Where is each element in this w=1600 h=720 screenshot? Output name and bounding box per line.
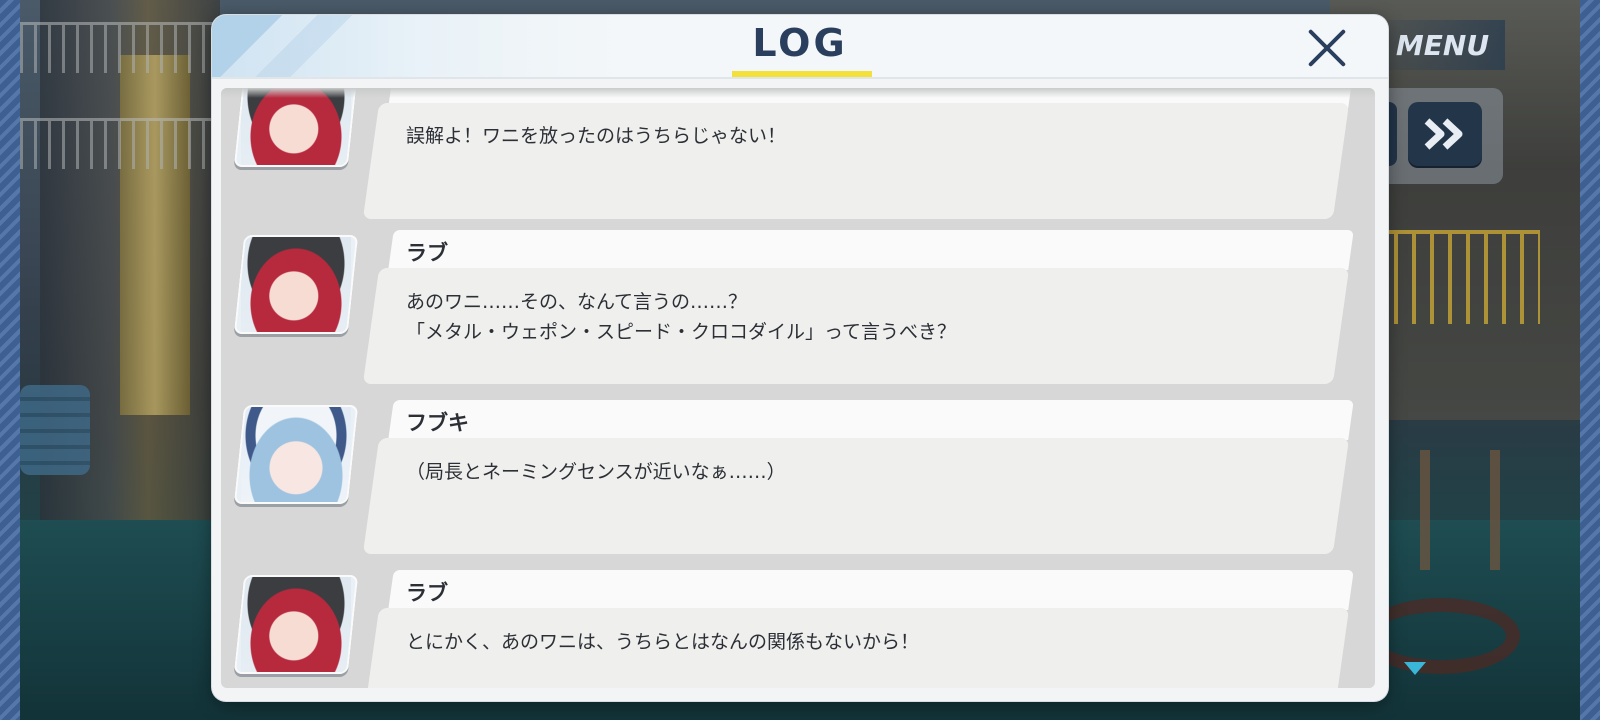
close-icon[interactable] [1306,27,1348,69]
background-railing [20,118,240,169]
dialogue-line: とにかく、あのワニは、うちらとはなんの関係もないから！ [406,631,920,653]
dialogue-line: あのワニ……その、なんて言うの……？ [406,291,748,313]
dialogue-line: 「メタル・ウェポン・スピード・クロコダイル」って言うべき？ [406,321,957,343]
speaker-name-plate [388,400,1354,440]
speaker-name-plate [388,570,1354,610]
log-entry: フブキ （局長とネーミングセンスが近いなぁ……） [221,400,1375,565]
dialogue-line: （局長とネーミングセンスが近いなぁ……） [406,461,786,483]
menu-button[interactable]: MENU [1380,20,1505,70]
background-pillar [120,55,190,415]
speaker-name: フブキ [406,411,469,435]
background-sandbags [20,385,90,475]
screen-frame-left [0,0,20,720]
scroll-shadow [221,88,1375,98]
character-portrait [233,88,359,167]
character-portrait [233,405,359,504]
log-dialog: LOG 誤解よ！ワニを放ったのはうちらじゃない！ ラブ あのワニ……その、なんて… [212,15,1388,701]
character-portrait [233,575,359,674]
log-title: LOG [752,21,848,65]
speaker-name: ラブ [406,241,448,265]
dialogue-bubble [362,438,1350,554]
log-scroll-area[interactable]: 誤解よ！ワニを放ったのはうちらじゃない！ ラブ あのワニ……その、なんて言うの…… [221,88,1375,688]
character-portrait [233,235,359,334]
header-divider [212,77,1388,79]
fast-forward-button[interactable] [1408,102,1482,166]
background-railing [20,22,240,73]
speaker-name: ラブ [406,581,448,605]
log-entry: ラブ とにかく、あのワニは、うちらとはなんの関係もないから！ [221,570,1375,688]
log-entry: ラブ あのワニ……その、なんて言うの……？ 「メタル・ウェポン・スピード・クロコ… [221,230,1375,395]
next-indicator-icon [1404,662,1426,675]
log-dialog-header: LOG [212,15,1388,79]
double-chevron-right-icon [1424,118,1463,150]
screen-frame-right [1580,0,1600,720]
dialogue-line: 誤解よ！ワニを放ったのはうちらじゃない！ [406,125,787,147]
menu-label: MENU [1395,28,1490,62]
speaker-name-plate [388,230,1354,270]
